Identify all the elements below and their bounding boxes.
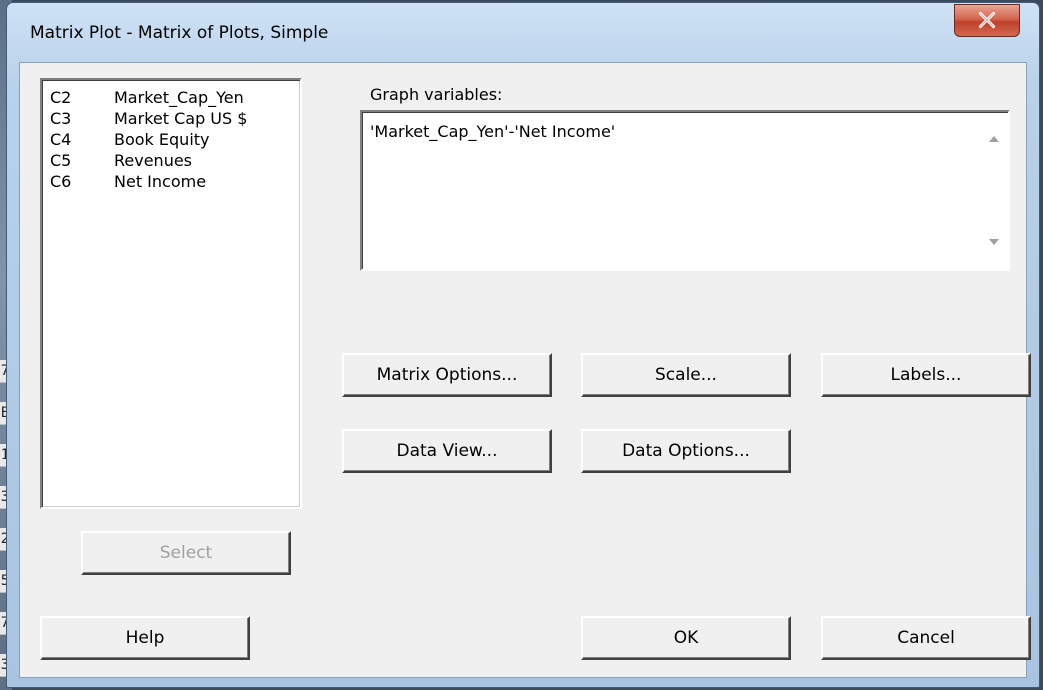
labels-button[interactable]: Labels... xyxy=(821,353,1031,397)
select-button[interactable]: Select xyxy=(81,531,291,575)
data-options-button[interactable]: Data Options... xyxy=(581,429,791,473)
list-item-column: C5 xyxy=(50,151,72,170)
list-item-column: C6 xyxy=(50,172,72,191)
matrix-options-button[interactable]: Matrix Options... xyxy=(342,353,552,397)
graph-variables-input[interactable]: 'Market_Cap_Yen'-'Net Income' xyxy=(360,110,1010,271)
data-view-button[interactable]: Data View... xyxy=(342,429,552,473)
graph-variables-label: Graph variables: xyxy=(370,85,503,104)
list-item-name: Book Equity xyxy=(114,130,210,149)
graph-variables-scrollbar[interactable] xyxy=(984,116,1004,265)
list-item-name: Market_Cap_Yen xyxy=(114,88,244,107)
list-item-name: Revenues xyxy=(114,151,193,170)
title-bar[interactable]: Matrix Plot - Matrix of Plots, Simple xyxy=(7,3,1039,63)
list-item-name: Net Income xyxy=(114,172,207,191)
ok-button[interactable]: OK xyxy=(581,616,791,660)
list-item-column: C4 xyxy=(50,130,72,149)
cancel-button[interactable]: Cancel xyxy=(821,616,1031,660)
help-button[interactable]: Help xyxy=(40,616,250,660)
scale-button[interactable]: Scale... xyxy=(581,353,791,397)
dialog-body: C2 Market_Cap_Yen C3 Market Cap US $ C4 … xyxy=(19,62,1031,678)
list-item-column: C3 xyxy=(50,109,72,128)
variables-listbox[interactable]: C2 Market_Cap_Yen C3 Market Cap US $ C4 … xyxy=(40,78,302,509)
close-button[interactable] xyxy=(954,4,1020,37)
close-icon xyxy=(978,11,996,29)
window-title: Matrix Plot - Matrix of Plots, Simple xyxy=(30,23,329,43)
graph-variables-value: 'Market_Cap_Yen'-'Net Income' xyxy=(370,122,616,141)
scroll-down-arrow-icon[interactable] xyxy=(989,239,999,245)
matrix-plot-dialog: Matrix Plot - Matrix of Plots, Simple C2… xyxy=(6,2,1040,688)
list-item-name: Market Cap US $ xyxy=(114,109,248,128)
scroll-up-arrow-icon[interactable] xyxy=(989,136,999,142)
list-item-column: C2 xyxy=(50,88,72,107)
